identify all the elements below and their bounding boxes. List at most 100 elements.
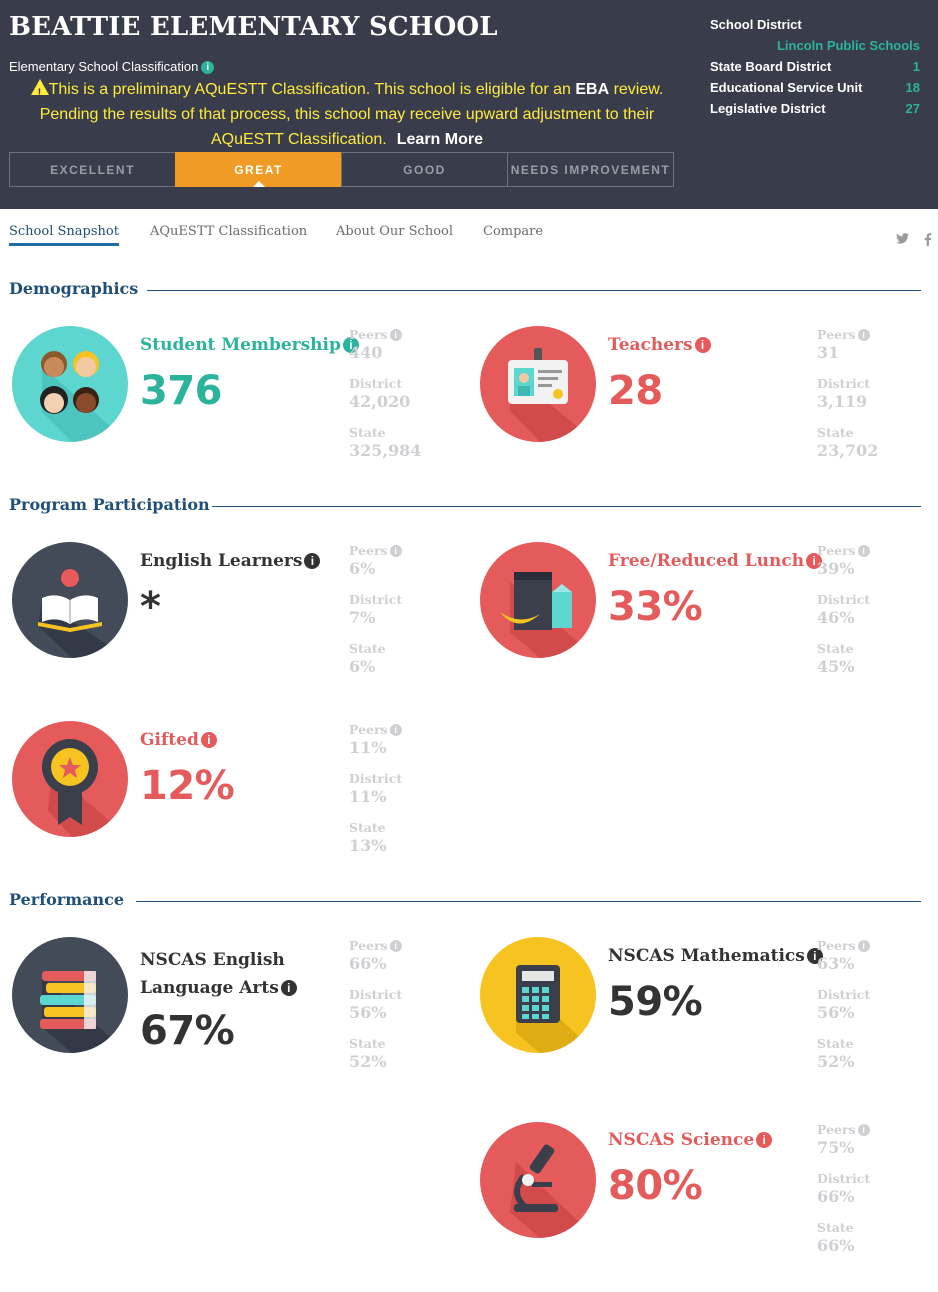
district-label: District bbox=[817, 376, 871, 391]
section-divider bbox=[212, 506, 921, 507]
tab-compare[interactable]: Compare bbox=[483, 224, 543, 239]
tab-nav: School Snapshot AQuESTT Classification A… bbox=[0, 209, 938, 255]
peers-value: 31 bbox=[817, 343, 840, 362]
state-label: State bbox=[817, 1036, 854, 1051]
tier-needs-improvement[interactable]: NEEDS IMPROVEMENT bbox=[507, 152, 674, 187]
district-label: District bbox=[349, 592, 403, 607]
peers-label: Peers i bbox=[817, 542, 907, 559]
free-reduced-lunch-label: Free/Reduced Lunch i bbox=[608, 551, 823, 571]
state-label: State bbox=[817, 1220, 854, 1235]
student-membership-label-text: Student Membership bbox=[140, 335, 341, 355]
esu-label: Educational Service Unit bbox=[710, 80, 863, 95]
nscas-ela-compare: Peers i 66% District 56% State 52% bbox=[349, 937, 439, 1084]
info-icon[interactable]: i bbox=[200, 732, 217, 748]
school-district-label: School District bbox=[710, 17, 802, 32]
free-reduced-lunch-value: 33% bbox=[608, 584, 703, 630]
info-icon[interactable]: i bbox=[857, 1124, 870, 1136]
district-value: 46% bbox=[817, 608, 855, 627]
state-label: State bbox=[349, 820, 386, 835]
warning-icon bbox=[30, 79, 49, 106]
english-learners-compare: Peers i 6% District 7% State 6% bbox=[349, 542, 439, 689]
state-label: State bbox=[349, 1036, 386, 1051]
district-value: 42,020 bbox=[349, 392, 411, 411]
info-icon[interactable]: i bbox=[280, 980, 297, 996]
state-label: State bbox=[349, 425, 386, 440]
info-icon[interactable]: i bbox=[389, 545, 402, 557]
notice-eba: EBA bbox=[575, 81, 610, 98]
peers-value: 66% bbox=[349, 954, 387, 973]
nscas-math-label-text: NSCAS Mathematics bbox=[608, 946, 805, 966]
district-label: District bbox=[349, 987, 403, 1002]
nscas-math-value: 59% bbox=[608, 979, 703, 1025]
esu-value: 18 bbox=[905, 80, 920, 95]
peers-value: 63% bbox=[817, 954, 855, 973]
learn-more-link[interactable]: Learn More bbox=[397, 131, 483, 148]
district-row: Legislative District 27 bbox=[710, 98, 920, 119]
tier-excellent[interactable]: EXCELLENT bbox=[9, 152, 176, 187]
peers-value: 11% bbox=[349, 738, 387, 757]
school-header: BEATTIE ELEMENTARY SCHOOL Elementary Sch… bbox=[0, 0, 938, 209]
state-value: 52% bbox=[817, 1052, 855, 1071]
school-district-link[interactable]: Lincoln Public Schools bbox=[777, 35, 920, 56]
peers-label: Peers i bbox=[349, 326, 439, 343]
tab-about-our-school[interactable]: About Our School bbox=[336, 224, 453, 239]
award-ribbon-icon bbox=[12, 721, 128, 837]
section-divider bbox=[136, 901, 921, 902]
tab-school-snapshot[interactable]: School Snapshot bbox=[9, 224, 119, 246]
id-badge-icon bbox=[480, 326, 596, 442]
info-icon[interactable]: i bbox=[201, 61, 215, 74]
info-icon[interactable]: i bbox=[756, 1132, 773, 1148]
peers-value: 75% bbox=[817, 1138, 855, 1157]
state-label: State bbox=[349, 641, 386, 656]
district-label: District bbox=[817, 1171, 871, 1186]
state-board-label: State Board District bbox=[710, 59, 832, 74]
district-row: State Board District 1 bbox=[710, 56, 920, 77]
section-divider bbox=[147, 290, 921, 291]
state-value: 45% bbox=[817, 657, 855, 676]
gifted-label: Gifted i bbox=[140, 730, 217, 750]
info-icon[interactable]: i bbox=[694, 337, 711, 353]
info-icon[interactable]: i bbox=[857, 940, 870, 952]
english-learners-value: * bbox=[140, 584, 161, 630]
district-value: 3,119 bbox=[817, 392, 868, 411]
classification-label: Elementary School Classification i bbox=[9, 59, 215, 74]
state-value: 66% bbox=[817, 1236, 855, 1255]
student-membership-value: 376 bbox=[140, 368, 223, 414]
twitter-icon[interactable] bbox=[896, 233, 909, 244]
student-membership-compare: Peers i 440 District 42,020 State 325,984 bbox=[349, 326, 439, 473]
info-icon[interactable]: i bbox=[389, 724, 402, 736]
info-icon[interactable]: i bbox=[389, 940, 402, 952]
nscas-ela-label-line1: NSCAS English bbox=[140, 950, 285, 970]
peers-label: Peers i bbox=[349, 937, 439, 954]
teachers-compare: Peers i 31 District 3,119 State 23,702 bbox=[817, 326, 907, 473]
gifted-label-text: Gifted bbox=[140, 730, 199, 750]
info-icon[interactable]: i bbox=[304, 553, 321, 569]
student-membership-label: Student Membership i bbox=[140, 335, 359, 355]
district-row: School District bbox=[710, 14, 920, 35]
gifted-value: 12% bbox=[140, 763, 235, 809]
tier-good[interactable]: GOOD bbox=[341, 152, 508, 187]
nscas-math-compare: Peers i 63% District 56% State 52% bbox=[817, 937, 907, 1084]
peers-value: 6% bbox=[349, 559, 376, 578]
free-reduced-lunch-compare: Peers i 39% District 46% State 45% bbox=[817, 542, 907, 689]
info-icon[interactable]: i bbox=[857, 329, 870, 341]
legislative-label: Legislative District bbox=[710, 101, 826, 116]
district-value: 56% bbox=[817, 1003, 855, 1022]
classification-tiers: EXCELLENT GREAT GOOD NEEDS IMPROVEMENT bbox=[9, 152, 674, 187]
tab-aquestt-classification[interactable]: AQuESTT Classification bbox=[150, 224, 307, 239]
facebook-icon[interactable] bbox=[924, 233, 932, 246]
info-icon[interactable]: i bbox=[857, 545, 870, 557]
district-info: School District Lincoln Public Schools S… bbox=[710, 14, 920, 119]
tier-great[interactable]: GREAT bbox=[175, 152, 342, 187]
state-value: 52% bbox=[349, 1052, 387, 1071]
peers-label: Peers i bbox=[817, 326, 907, 343]
info-icon[interactable]: i bbox=[389, 329, 402, 341]
classification-label-text: Elementary School Classification bbox=[9, 59, 199, 74]
district-row: Lincoln Public Schools bbox=[710, 35, 920, 56]
state-label: State bbox=[817, 641, 854, 656]
state-label: State bbox=[817, 425, 854, 440]
legislative-value: 27 bbox=[905, 101, 920, 116]
nscas-ela-label: NSCAS English Language Arts i bbox=[140, 946, 297, 1002]
students-icon bbox=[12, 326, 128, 442]
section-title-program-participation: Program Participation bbox=[9, 495, 210, 514]
